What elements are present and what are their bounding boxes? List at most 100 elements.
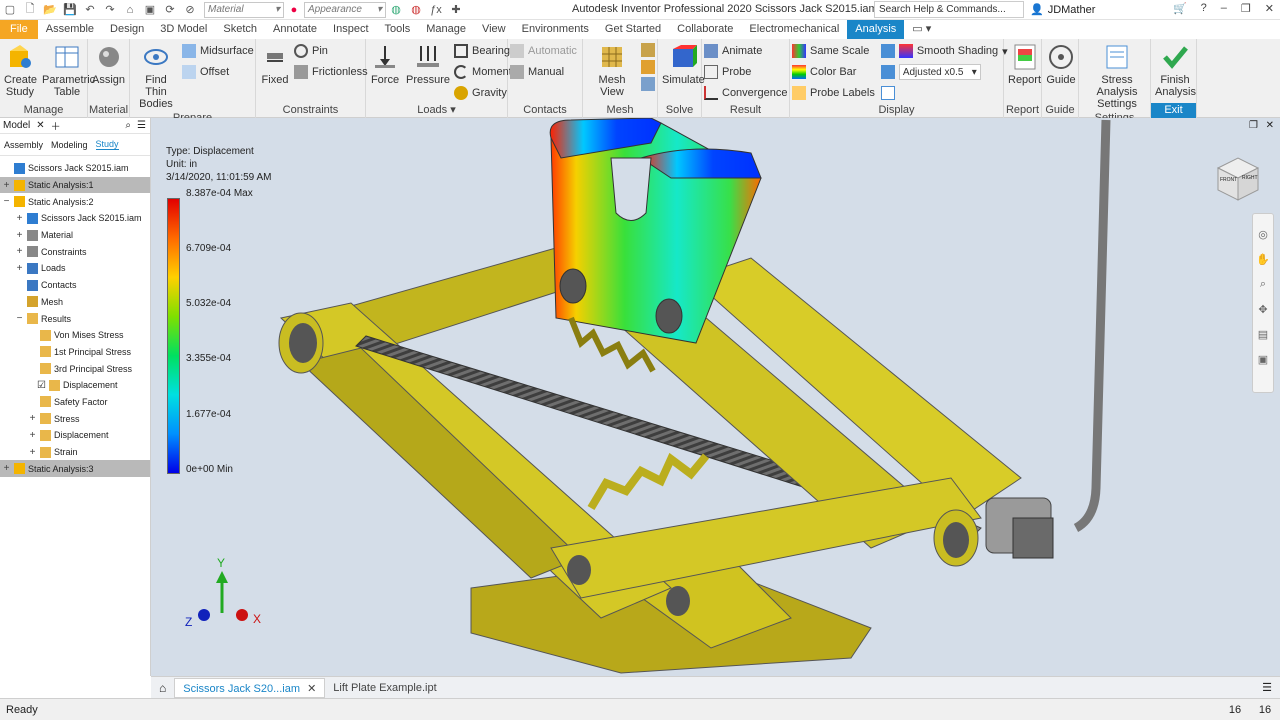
midsurface-button[interactable]: Midsurface xyxy=(182,43,254,59)
tree-node[interactable]: Scissors Jack S2015.iam xyxy=(0,160,150,177)
fixed-button[interactable]: Fixed xyxy=(258,41,292,103)
expand-toggle-icon[interactable]: + xyxy=(2,463,11,474)
look-at-icon[interactable]: ▤ xyxy=(1253,328,1273,341)
convergence-button[interactable]: Convergence xyxy=(704,85,787,101)
parametric-table-button[interactable]: Parametric Table xyxy=(40,41,95,103)
tab-file[interactable]: File xyxy=(0,20,38,39)
tree-node[interactable]: + Material xyxy=(0,227,150,244)
tab-annotate[interactable]: Annotate xyxy=(265,20,325,39)
mesh-view-button[interactable]: Mesh View xyxy=(585,41,639,103)
add-panel-icon[interactable]: ＋ xyxy=(51,118,61,133)
view-face-icon[interactable]: ▣ xyxy=(1253,353,1273,366)
expand-toggle-icon[interactable]: + xyxy=(2,180,11,191)
maximize-view-icon[interactable]: ❐ xyxy=(1249,120,1258,131)
browser-tab-modeling[interactable]: Modeling xyxy=(51,140,88,150)
expand-toggle-icon[interactable]: + xyxy=(28,413,37,424)
expand-toggle-icon[interactable]: + xyxy=(15,230,24,241)
new-icon[interactable]: 🗋 xyxy=(23,3,37,17)
scissor-jack-model[interactable] xyxy=(151,118,1280,676)
app-icon[interactable]: ▢ xyxy=(3,3,17,17)
boundary-conditions-icon[interactable] xyxy=(880,65,895,79)
pressure-button[interactable]: Pressure xyxy=(404,41,452,103)
tree-node[interactable]: − Results xyxy=(0,310,150,327)
minimize-icon[interactable]: – xyxy=(1221,2,1227,15)
help-icon[interactable]: ? xyxy=(1201,2,1207,15)
tree-node[interactable]: + Stress xyxy=(0,410,150,427)
select-priority-icon[interactable]: ⊘ xyxy=(183,3,197,17)
search-icon[interactable]: ⌕ xyxy=(125,120,131,131)
tree-node[interactable]: + Static Analysis:1 xyxy=(0,176,150,194)
probe-labels-button[interactable]: Probe Labels xyxy=(792,85,875,101)
panel-title-loads[interactable]: Loads ▾ xyxy=(366,103,507,118)
expand-toggle-icon[interactable]: + xyxy=(28,447,37,458)
tree-node[interactable]: 3rd Principal Stress xyxy=(0,360,150,377)
show-deformed-button[interactable] xyxy=(880,85,1008,101)
color-bar-button[interactable]: Color Bar xyxy=(792,64,875,80)
doc-menu-icon[interactable]: ☰ xyxy=(1262,681,1272,694)
redo-icon[interactable]: ↷ xyxy=(103,3,117,17)
expand-toggle-icon[interactable]: + xyxy=(28,430,37,441)
finish-analysis-button[interactable]: Finish Analysis xyxy=(1153,41,1197,103)
tree-node[interactable]: 1st Principal Stress xyxy=(0,344,150,361)
force-button[interactable]: Force xyxy=(368,41,402,103)
tab-design[interactable]: Design xyxy=(102,20,152,39)
update-icon[interactable]: ⟳ xyxy=(163,3,177,17)
tab-electromechanical[interactable]: Electromechanical xyxy=(741,20,847,39)
tab-overflow-icon[interactable]: ▭ ▾ xyxy=(904,20,939,39)
doc-tab-scissors-jack[interactable]: Scissors Jack S20...iam ✕ xyxy=(174,677,326,698)
tab-get-started[interactable]: Get Started xyxy=(597,20,669,39)
bearing-button[interactable]: Bearing xyxy=(454,43,512,59)
zoom-icon[interactable]: ⌕ xyxy=(1253,278,1273,291)
frictionless-button[interactable]: Frictionless xyxy=(294,64,368,80)
tree-node[interactable]: + Scissors Jack S2015.iam xyxy=(0,210,150,227)
report-button[interactable]: Report xyxy=(1006,41,1043,103)
close-view-icon[interactable]: ✕ xyxy=(1266,120,1274,131)
smooth-shading-button[interactable]: Smooth Shading ▾ xyxy=(880,43,1008,59)
stress-analysis-settings-button[interactable]: Stress Analysis Settings xyxy=(1081,41,1153,111)
appearance-combo[interactable]: Appearance ▾ xyxy=(304,1,386,18)
pin-button[interactable]: Pin xyxy=(294,43,368,59)
expand-toggle-icon[interactable]: + xyxy=(15,246,24,257)
tab-environments[interactable]: Environments xyxy=(514,20,597,39)
tree-node[interactable]: Contacts xyxy=(0,277,150,294)
tab-assemble[interactable]: Assemble xyxy=(38,20,102,39)
restore-icon[interactable]: ❐ xyxy=(1241,2,1251,15)
probe-button[interactable]: Probe xyxy=(704,64,787,80)
material-combo[interactable]: Material ▾ xyxy=(204,1,284,18)
close-icon[interactable]: ✕ xyxy=(1265,2,1274,15)
menu-icon[interactable]: ☰ xyxy=(137,120,146,131)
home-icon[interactable]: ⌂ xyxy=(123,3,137,17)
animate-button[interactable]: Animate xyxy=(704,43,787,59)
find-thin-bodies-button[interactable]: Find Thin Bodies xyxy=(132,41,180,111)
mesh-settings-icon[interactable] xyxy=(641,43,655,57)
browser-tab-assembly[interactable]: Assembly xyxy=(4,140,43,150)
fx-icon[interactable]: ƒx xyxy=(429,3,443,17)
steering-wheel-icon[interactable]: ◎ xyxy=(1253,228,1273,241)
expand-toggle-icon[interactable]: + xyxy=(15,263,24,274)
adjusted-scale-select[interactable]: Adjusted x0.5 ▾ xyxy=(898,64,981,80)
guide-button[interactable]: Guide xyxy=(1044,41,1078,103)
offset-button[interactable]: Offset xyxy=(182,64,254,80)
tab-3d-model[interactable]: 3D Model xyxy=(152,20,215,39)
tree-node[interactable]: + Strain xyxy=(0,444,150,461)
browser-tab-study[interactable]: Study xyxy=(95,139,119,150)
adjust-icon[interactable]: ◍ xyxy=(409,3,423,17)
save-icon[interactable]: 💾 xyxy=(63,3,77,17)
convergence-plot-icon[interactable] xyxy=(641,77,655,91)
tree-node[interactable]: + Constraints xyxy=(0,243,150,260)
same-scale-button[interactable]: Same Scale xyxy=(792,43,875,59)
tab-analysis[interactable]: Analysis xyxy=(847,20,905,39)
tab-manage[interactable]: Manage xyxy=(418,20,474,39)
clear-appearance-icon[interactable]: ◍ xyxy=(389,3,403,17)
tree-node[interactable]: − Static Analysis:2 xyxy=(0,193,150,210)
local-mesh-icon[interactable] xyxy=(641,60,655,74)
tree-node[interactable]: Von Mises Stress xyxy=(0,327,150,344)
assign-button[interactable]: Assign xyxy=(90,41,127,103)
tree-node[interactable]: + Loads xyxy=(0,260,150,277)
pan-icon[interactable]: ✋ xyxy=(1253,253,1273,266)
cart-icon[interactable]: 🛒 xyxy=(1173,2,1187,15)
moment-button[interactable]: Moment xyxy=(454,64,512,80)
manual-button[interactable]: Manual xyxy=(510,64,577,80)
close-icon[interactable]: ✕ xyxy=(36,120,44,131)
tab-collaborate[interactable]: Collaborate xyxy=(669,20,741,39)
